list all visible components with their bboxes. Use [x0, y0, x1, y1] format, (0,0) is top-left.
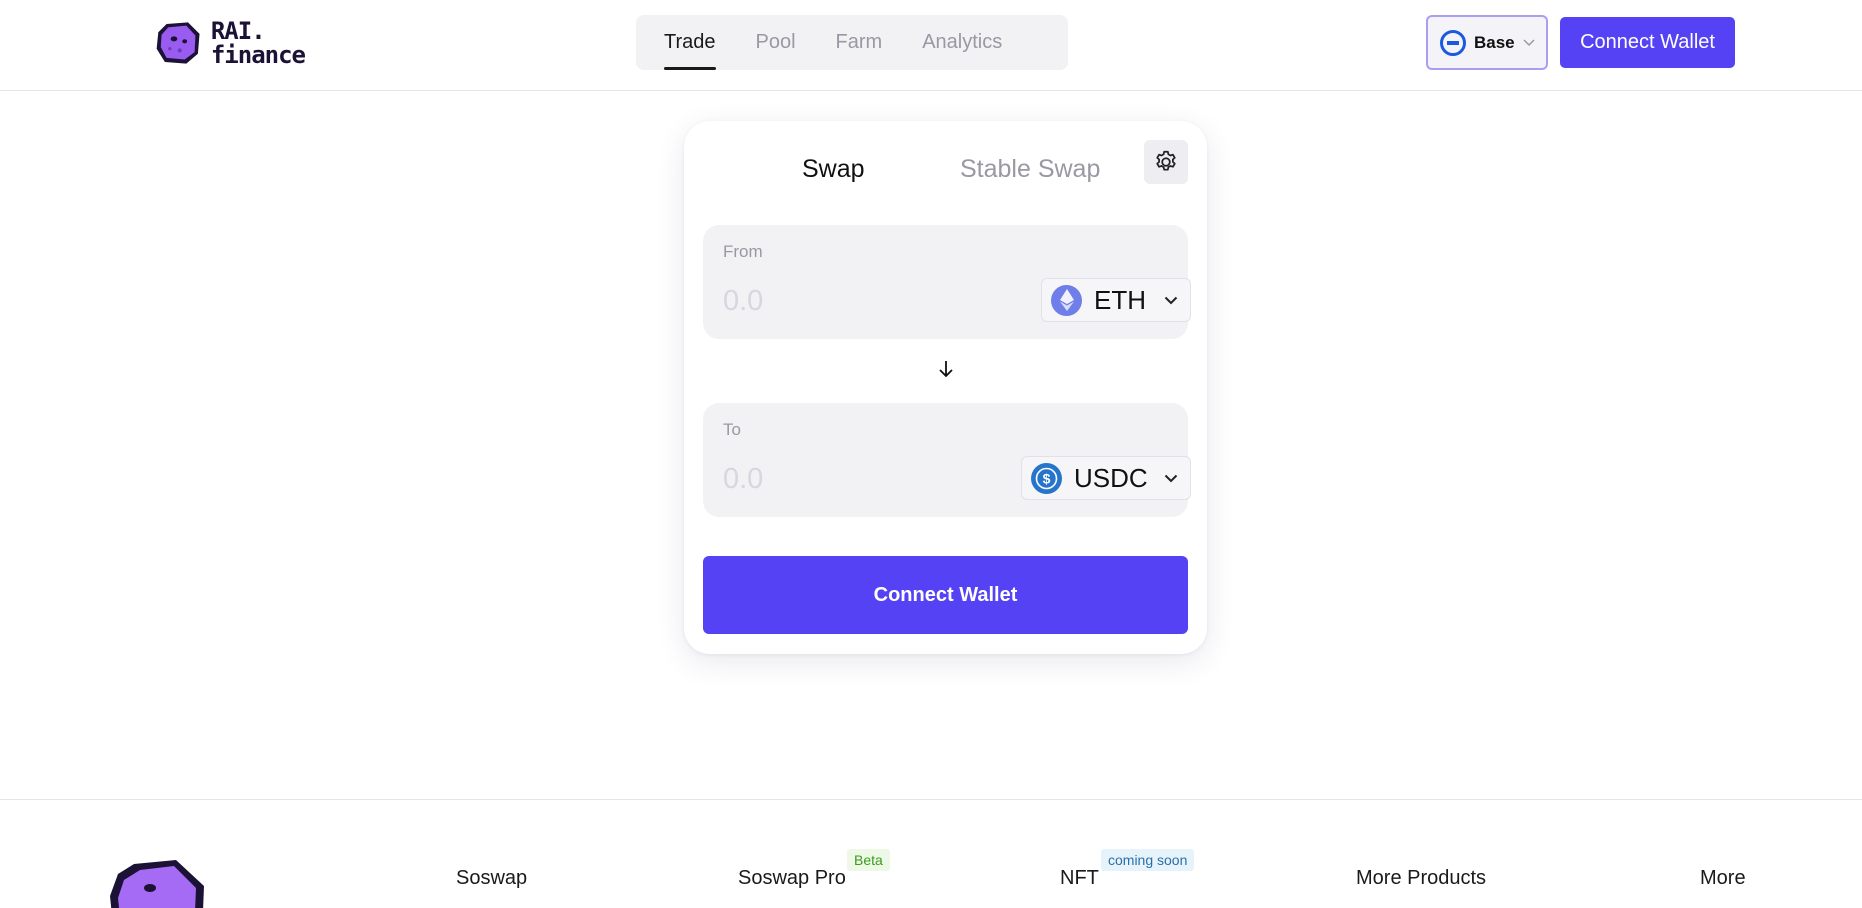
- main-nav: Trade Pool Farm Analytics: [636, 15, 1068, 70]
- from-panel: From ETH: [703, 225, 1191, 339]
- network-label: Base: [1474, 32, 1515, 52]
- swap-tabs: Swap Stable Swap: [684, 121, 1207, 221]
- swap-direction-arrow-icon[interactable]: [934, 357, 958, 381]
- base-network-icon: [1440, 29, 1466, 56]
- swap-card: Swap Stable Swap From ETH To $: [684, 121, 1207, 654]
- tab-stable-swap[interactable]: Stable Swap: [960, 155, 1100, 184]
- settings-button[interactable]: [1144, 140, 1188, 184]
- beta-badge: Beta: [847, 849, 890, 871]
- gear-icon: [1156, 150, 1176, 171]
- to-label: To: [723, 420, 741, 439]
- nav-trade[interactable]: Trade: [656, 15, 736, 70]
- footer-logo: [104, 856, 244, 908]
- nav-pool[interactable]: Pool: [736, 15, 816, 70]
- nav-farm[interactable]: Farm: [816, 15, 903, 70]
- svg-text:$: $: [1043, 470, 1051, 486]
- chevron-down-icon: [1164, 474, 1178, 482]
- from-amount-input[interactable]: [723, 281, 963, 321]
- rai-finance-logo[interactable]: RAI. finance: [155, 16, 306, 70]
- tab-swap[interactable]: Swap: [802, 155, 865, 184]
- usdc-icon: $: [1031, 462, 1062, 494]
- nav-analytics[interactable]: Analytics: [902, 15, 1022, 70]
- from-token-name: ETH: [1094, 284, 1146, 315]
- from-token-select[interactable]: ETH: [1041, 278, 1191, 322]
- to-token-select[interactable]: $ USDC: [1021, 456, 1191, 500]
- eth-icon: [1051, 284, 1082, 316]
- to-token-name: USDC: [1074, 462, 1148, 493]
- logo-wordmark: RAI. finance: [210, 17, 306, 69]
- footer: Soswap Soswap Pro Beta NFT coming soon M…: [0, 799, 1862, 908]
- connect-wallet-swap-button[interactable]: Connect Wallet: [703, 556, 1188, 634]
- footer-link-nft[interactable]: NFT: [1060, 867, 1099, 890]
- footer-link-soswap-pro[interactable]: Soswap Pro: [738, 867, 846, 890]
- rai-mascot-icon: [156, 22, 200, 64]
- to-amount-input[interactable]: [723, 459, 963, 499]
- footer-link-more[interactable]: More: [1700, 867, 1746, 890]
- to-panel: To $ USDC: [703, 403, 1191, 517]
- footer-link-soswap[interactable]: Soswap: [456, 867, 527, 890]
- chevron-down-icon: [1523, 38, 1535, 46]
- coming-soon-badge: coming soon: [1101, 849, 1195, 871]
- footer-link-more-products[interactable]: More Products: [1356, 867, 1486, 890]
- chevron-down-icon: [1164, 296, 1178, 304]
- network-selector[interactable]: Base: [1426, 15, 1548, 70]
- connect-wallet-header-button[interactable]: Connect Wallet: [1560, 17, 1735, 68]
- rai-mascot-icon: [110, 860, 204, 908]
- from-label: From: [723, 242, 763, 261]
- top-header: RAI. finance Trade Pool Farm Analytics B…: [0, 0, 1862, 91]
